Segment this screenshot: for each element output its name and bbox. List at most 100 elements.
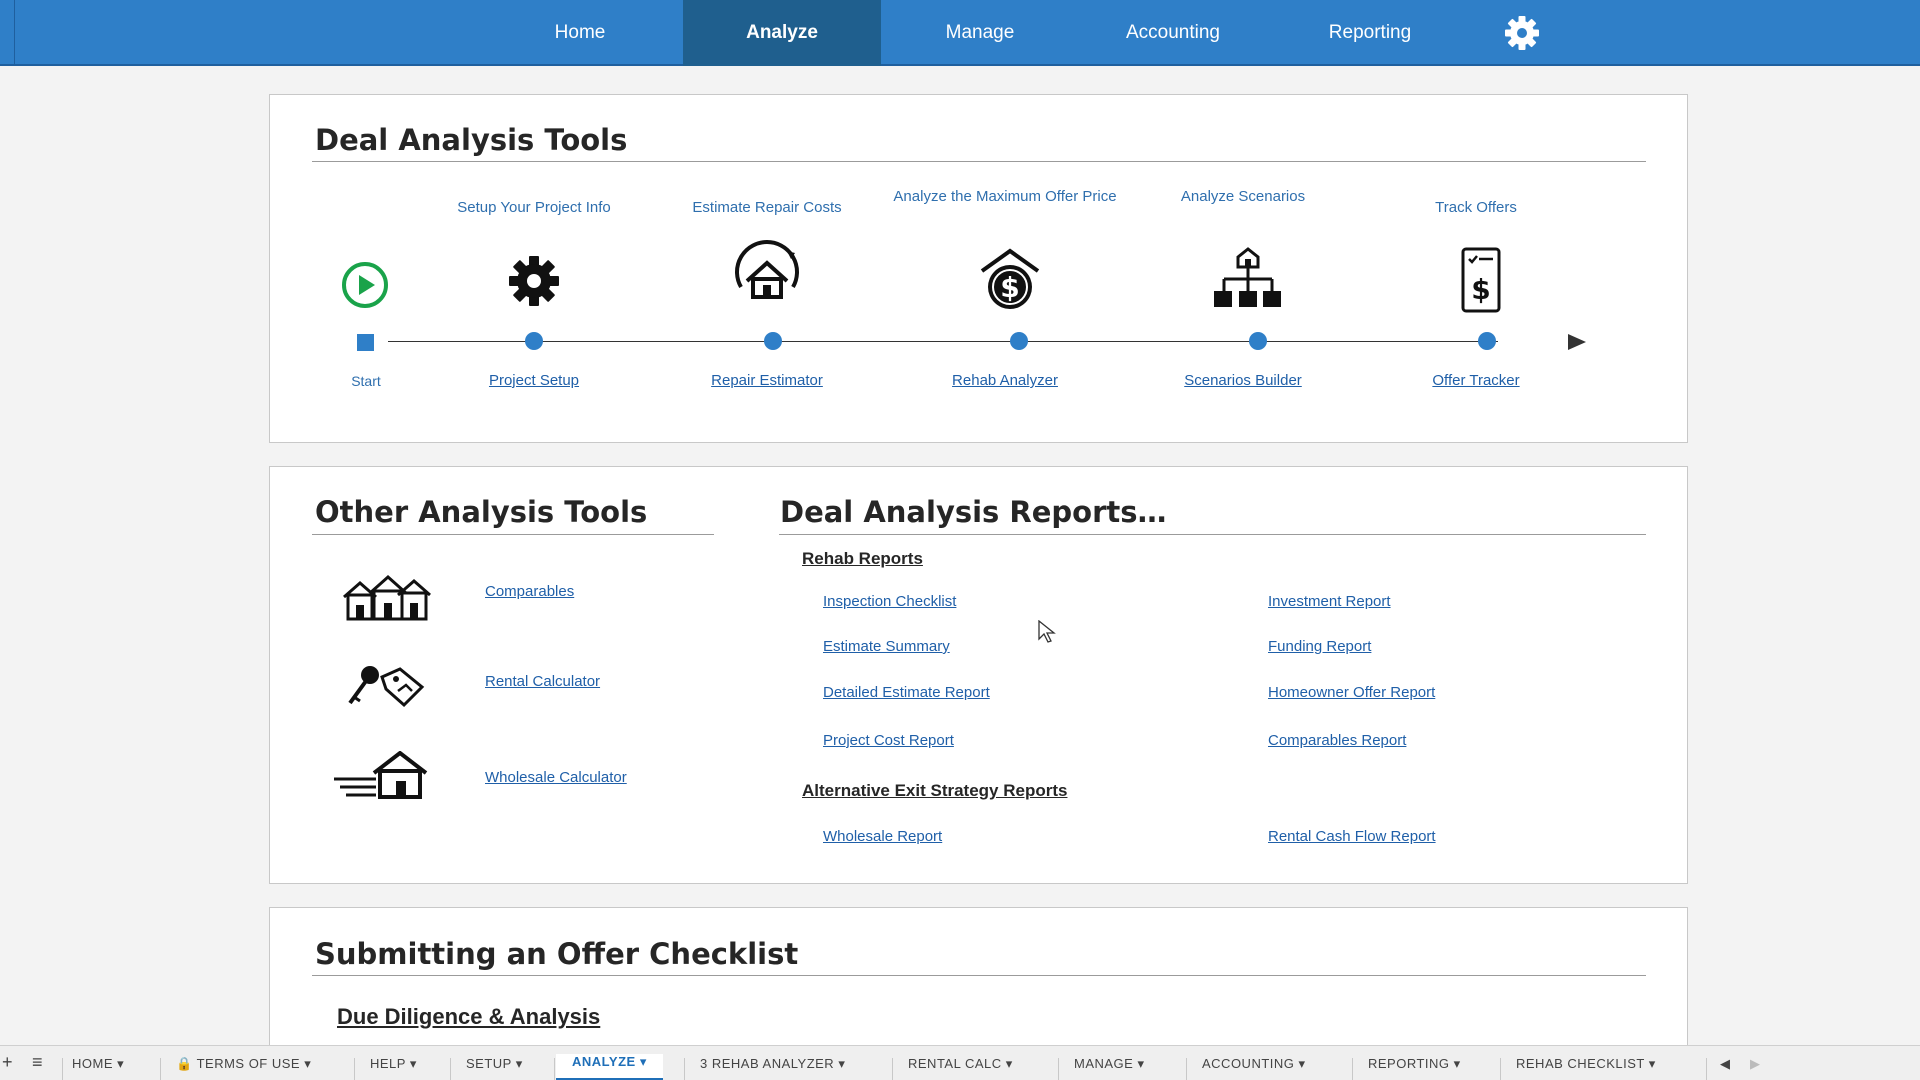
sheet-tab-accounting[interactable]: ACCOUNTING ▾ [1202, 1056, 1306, 1080]
step-caption-scenarios: Analyze Scenarios [1180, 188, 1306, 205]
sheet-tab-label: ANALYZE [572, 1054, 636, 1069]
nav-analyze[interactable]: Analyze [683, 0, 881, 66]
tab-separator [62, 1058, 63, 1080]
mouse-cursor-icon [1038, 620, 1056, 643]
org-chart-icon[interactable] [1210, 243, 1286, 319]
project-cost-report-link[interactable]: Project Cost Report [823, 732, 954, 749]
tab-separator [1058, 1058, 1059, 1080]
other-tools-title: Other Analysis Tools [315, 495, 648, 529]
homeowner-offer-report-link[interactable]: Homeowner Offer Report [1268, 684, 1435, 701]
due-diligence-heading: Due Diligence & Analysis [337, 1004, 601, 1029]
rehab-analyzer-link[interactable]: Rehab Analyzer [890, 372, 1120, 389]
timeline-start-marker [357, 334, 374, 351]
sheet-tab-label: SETUP [466, 1056, 512, 1071]
timeline-arrow-icon [1568, 334, 1586, 350]
tab-separator [1706, 1058, 1707, 1080]
estimate-summary-link[interactable]: Estimate Summary [823, 638, 950, 655]
deal-analysis-panel: Deal Analysis Tools Setup Your Project I… [269, 94, 1688, 443]
tab-separator [354, 1058, 355, 1080]
alt-exit-reports-heading: Alternative Exit Strategy Reports [802, 781, 1068, 800]
add-sheet-icon[interactable]: + [2, 1052, 13, 1080]
timeline-line [388, 341, 1498, 342]
checklist-title: Submitting an Offer Checklist [315, 937, 799, 971]
wholesale-report-link[interactable]: Wholesale Report [823, 828, 942, 845]
sheet-tab-analyze[interactable]: ANALYZE ▾ [556, 1054, 663, 1080]
step-caption-repair: Estimate Repair Costs [692, 199, 842, 216]
sheet-tab-label: MANAGE [1074, 1056, 1134, 1071]
timeline-dot-setup [525, 332, 543, 350]
tab-separator [1352, 1058, 1353, 1080]
nav-accounting[interactable]: Accounting [1103, 0, 1243, 66]
investment-report-link[interactable]: Investment Report [1268, 593, 1391, 610]
detailed-estimate-report-link[interactable]: Detailed Estimate Report [823, 684, 990, 701]
timeline-dot-offers [1478, 332, 1496, 350]
house-repair-icon[interactable] [729, 237, 805, 313]
scroll-right-icon[interactable]: ▶ [1750, 1056, 1761, 1080]
sheet-tab-setup[interactable]: SETUP ▾ [466, 1056, 523, 1080]
step-caption-setup: Setup Your Project Info [457, 199, 611, 216]
reports-rule [779, 534, 1646, 535]
comparables-link[interactable]: Comparables [485, 583, 574, 600]
sheet-tab-label: REHAB CHECKLIST [1516, 1056, 1645, 1071]
nav-reporting[interactable]: Reporting [1300, 0, 1440, 66]
nav-home[interactable]: Home [520, 0, 640, 66]
tab-separator [892, 1058, 893, 1080]
rental-cash-flow-report-link[interactable]: Rental Cash Flow Report [1268, 828, 1436, 845]
sheet-tab-manage[interactable]: MANAGE ▾ [1074, 1056, 1144, 1080]
play-start-icon[interactable] [340, 260, 390, 310]
sheet-tab-bar: + ≡ HOME ▾ 🔒 TERMS OF USE ▾ HELP ▾ SETUP… [0, 1045, 1920, 1080]
sheet-tab-label: TERMS OF USE [196, 1056, 301, 1071]
rental-calculator-link[interactable]: Rental Calculator [485, 673, 600, 690]
comparables-report-link[interactable]: Comparables Report [1268, 732, 1406, 749]
project-setup-link[interactable]: Project Setup [414, 372, 654, 389]
sheet-tab-rental-calc[interactable]: RENTAL CALC ▾ [908, 1056, 1013, 1080]
scenarios-builder-link[interactable]: Scenarios Builder [1123, 372, 1363, 389]
title-rule [312, 161, 1646, 162]
gear-icon[interactable] [1502, 13, 1542, 53]
rehab-reports-heading: Rehab Reports [802, 549, 923, 568]
sheet-tab-label: RENTAL CALC [908, 1056, 1002, 1071]
sheet-tab-rehab-checklist[interactable]: REHAB CHECKLIST ▾ [1516, 1056, 1656, 1080]
svg-text:$: $ [1471, 273, 1490, 306]
sheet-tab-home[interactable]: HOME ▾ [72, 1056, 124, 1080]
funding-report-link[interactable]: Funding Report [1268, 638, 1371, 655]
sheet-tab-label: 3 REHAB ANALYZER [700, 1056, 835, 1071]
repair-estimator-link[interactable]: Repair Estimator [647, 372, 887, 389]
tab-separator [1186, 1058, 1187, 1080]
sheet-tab-terms[interactable]: 🔒 TERMS OF USE ▾ [176, 1056, 311, 1080]
fast-house-icon[interactable] [332, 751, 432, 801]
other-tools-rule [312, 534, 714, 535]
sheet-tab-help[interactable]: HELP ▾ [370, 1056, 417, 1080]
sheet-tab-label: REPORTING [1368, 1056, 1450, 1071]
other-tools-panel: Other Analysis Tools Deal Analysis Repor… [269, 466, 1688, 884]
sheet-list-icon[interactable]: ≡ [32, 1052, 43, 1080]
frame-edge [14, 0, 15, 66]
reports-title: Deal Analysis Reports… [780, 495, 1167, 529]
wholesale-calculator-link[interactable]: Wholesale Calculator [485, 769, 627, 786]
inspection-checklist-link[interactable]: Inspection Checklist [823, 593, 956, 610]
houses-icon[interactable] [342, 573, 432, 623]
tab-separator [1500, 1058, 1501, 1080]
offer-checklist-panel: Submitting an Offer Checklist Due Dilige… [269, 907, 1688, 1047]
sheet-tab-label: HELP [370, 1056, 406, 1071]
house-dollar-icon[interactable]: $ [972, 243, 1048, 319]
step-caption-offer-price: Analyze the Maximum Offer Price [893, 188, 1117, 205]
offer-tracker-link[interactable]: Offer Tracker [1356, 372, 1596, 389]
receipt-dollar-icon[interactable]: $ [1443, 243, 1519, 319]
timeline-dot-rehab [1010, 332, 1028, 350]
scroll-left-icon[interactable]: ◀ [1720, 1056, 1731, 1080]
start-label: Start [351, 373, 381, 389]
sheet-tab-rehab-analyzer[interactable]: 3 REHAB ANALYZER ▾ [700, 1056, 845, 1080]
gear-icon[interactable] [496, 243, 572, 319]
checklist-rule [312, 975, 1646, 976]
svg-text:$: $ [1000, 271, 1019, 304]
timeline-dot-scenarios [1249, 332, 1267, 350]
top-navigation: Home Analyze Manage Accounting Reporting [0, 0, 1920, 66]
timeline-dot-repair [764, 332, 782, 350]
deal-tools-title: Deal Analysis Tools [315, 123, 628, 157]
step-caption-track: Track Offers [1435, 199, 1517, 216]
nav-manage[interactable]: Manage [920, 0, 1040, 66]
sheet-tab-reporting[interactable]: REPORTING ▾ [1368, 1056, 1461, 1080]
sheet-tab-label: HOME [72, 1056, 113, 1071]
key-tag-icon[interactable] [342, 663, 432, 709]
